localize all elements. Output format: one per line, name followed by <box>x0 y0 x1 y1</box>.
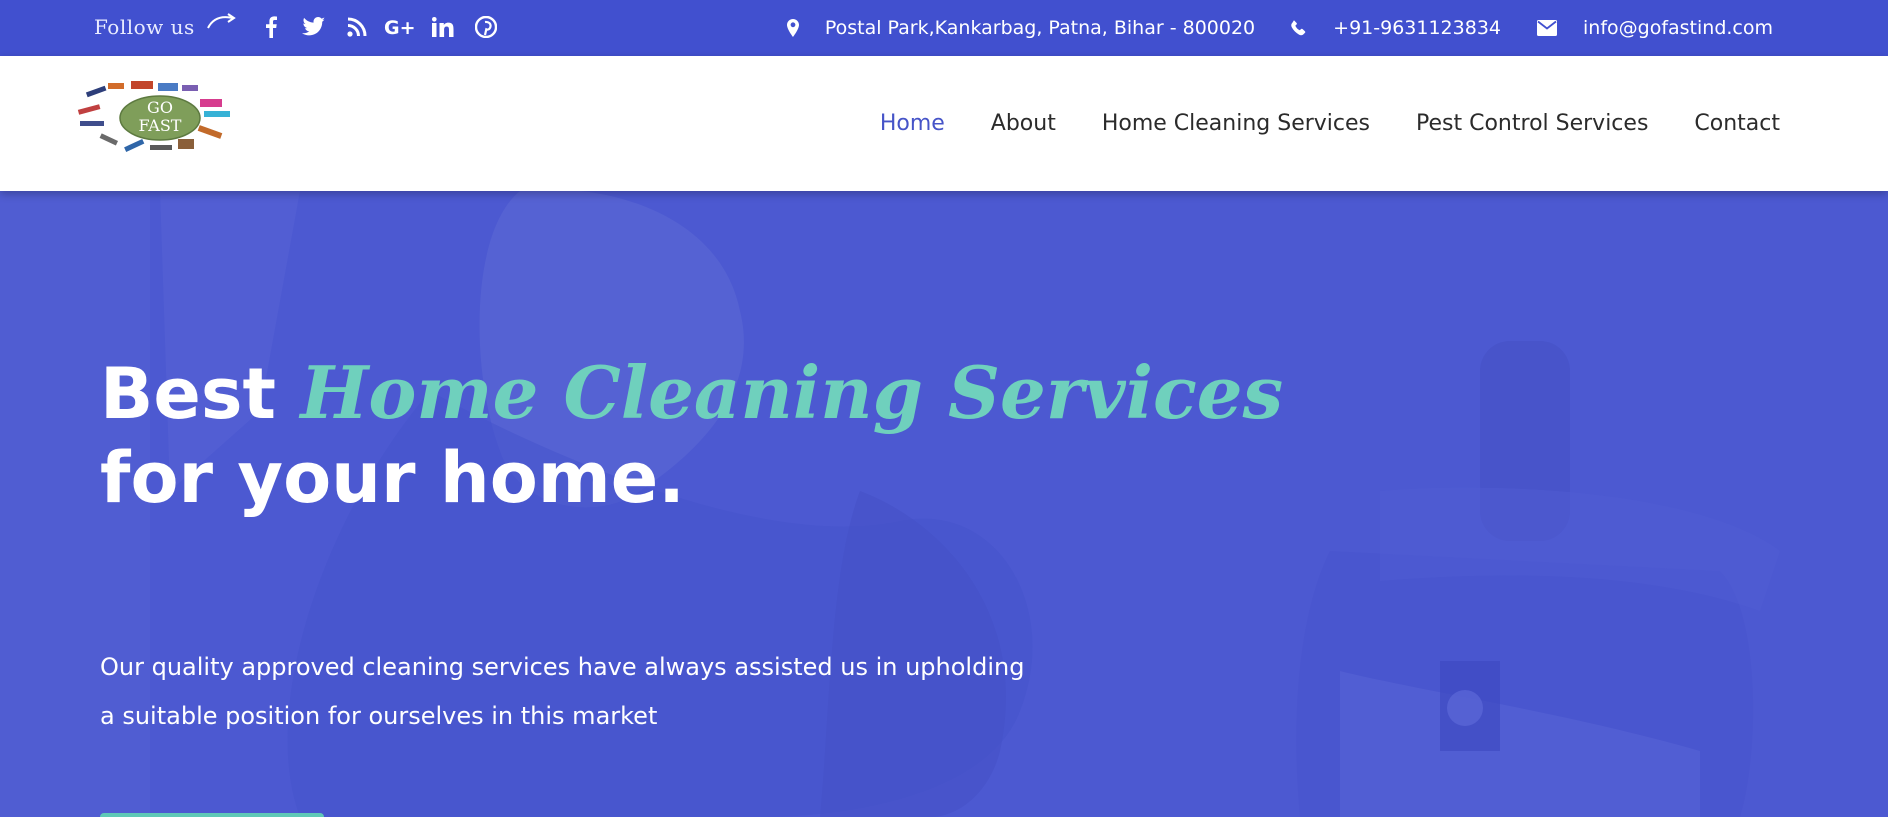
linkedin-icon[interactable] <box>426 12 460 42</box>
social-links: G+ <box>254 12 512 42</box>
nav-pest-control-services[interactable]: Pest Control Services <box>1416 111 1648 136</box>
top-bar: Follow us G+ Postal Park,Kankarbag, Patn… <box>0 0 1888 56</box>
hero-banner: Best Home Cleaning Services for your hom… <box>0 191 1888 817</box>
hero-title-line2: for your home. <box>100 437 685 519</box>
email-text[interactable]: info@gofastind.com <box>1583 17 1773 39</box>
nav-home-cleaning-services[interactable]: Home Cleaning Services <box>1102 111 1370 136</box>
hero-cta-button[interactable] <box>100 813 324 817</box>
address-text: Postal Park,Kankarbag, Patna, Bihar - 80… <box>824 17 1256 39</box>
follow-us-label: Follow us <box>94 15 195 39</box>
phone-text[interactable]: +91-9631123834 <box>1333 17 1501 39</box>
phone-icon <box>1291 20 1307 36</box>
phone-item[interactable]: +91-9631123834 <box>1291 17 1501 39</box>
hero-title-accent: Home Cleaning Services <box>300 350 1284 435</box>
hero-subtitle: Our quality approved cleaning services h… <box>100 643 1080 741</box>
address-item: Postal Park,Kankarbag, Patna, Bihar - 80… <box>786 17 1256 39</box>
envelope-icon <box>1537 20 1557 36</box>
curved-arrow-icon <box>206 13 236 29</box>
hero-title-prefix: Best <box>100 353 301 435</box>
svg-text:FAST: FAST <box>139 116 182 135</box>
hero-title: Best Home Cleaning Services for your hom… <box>100 351 1283 520</box>
main-nav: Home About Home Cleaning Services Pest C… <box>834 56 1780 191</box>
svg-text:G+: G+ <box>384 17 416 37</box>
hero-title-line1: Best Home Cleaning Services <box>100 351 1283 436</box>
svg-text:GO: GO <box>147 98 173 117</box>
follow-us: Follow us <box>94 13 239 39</box>
go-fast-logo-icon: GO FAST <box>77 81 230 152</box>
twitter-icon[interactable] <box>297 12 331 42</box>
site-logo[interactable]: GO FAST <box>76 81 246 161</box>
pinterest-icon[interactable] <box>469 12 503 42</box>
email-item[interactable]: info@gofastind.com <box>1537 17 1773 39</box>
hero-subtitle-line1: Our quality approved cleaning services h… <box>100 653 1025 681</box>
google-plus-icon[interactable]: G+ <box>383 12 417 42</box>
map-marker-icon <box>786 19 799 37</box>
nav-contact[interactable]: Contact <box>1694 111 1780 136</box>
contact-info: Postal Park,Kankarbag, Patna, Bihar - 80… <box>751 0 1773 56</box>
nav-about[interactable]: About <box>991 111 1056 136</box>
hero-subtitle-line2: a suitable position for ourselves in thi… <box>100 702 658 730</box>
site-header: GO FAST Home About Home Cleaning Service… <box>0 56 1888 191</box>
facebook-icon[interactable] <box>254 12 288 42</box>
rss-icon[interactable] <box>340 12 374 42</box>
nav-home[interactable]: Home <box>880 111 945 136</box>
